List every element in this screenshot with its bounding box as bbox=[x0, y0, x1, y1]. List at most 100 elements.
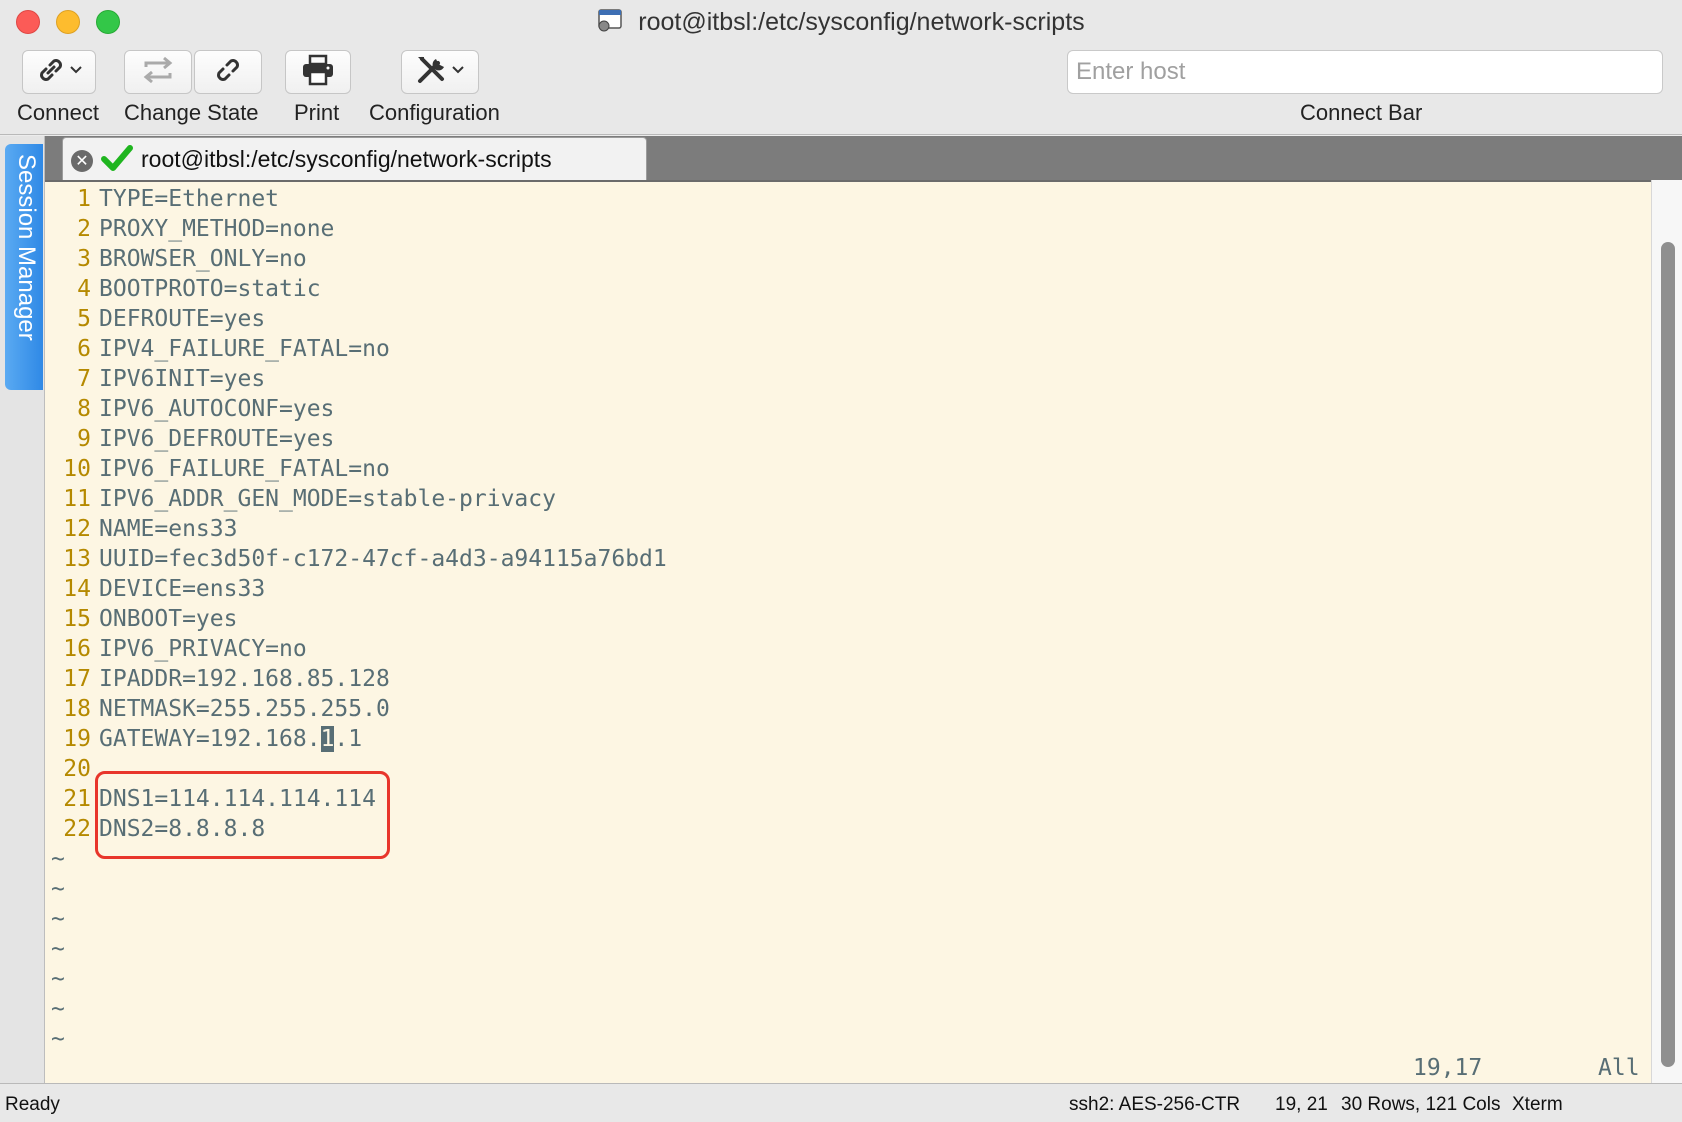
line-text: NETMASK=255.255.255.0 bbox=[99, 696, 390, 722]
disconnect-button[interactable] bbox=[194, 50, 262, 94]
editor-line: 6 IPV4_FAILURE_FATAL=no bbox=[45, 334, 667, 364]
empty-line-tilde: ~ bbox=[51, 996, 65, 1022]
editor-line: 5 DEFROUTE=yes bbox=[45, 304, 667, 334]
text-cursor: 1 bbox=[320, 726, 335, 752]
line-text-after-cursor: .1 bbox=[334, 726, 363, 752]
change-state-label: Change State bbox=[124, 100, 259, 125]
line-text: DEFROUTE=yes bbox=[99, 306, 266, 332]
editor-line: 10 IPV6_FAILURE_FATAL=no bbox=[45, 454, 667, 484]
tab-title: root@itbsl:/etc/sysconfig/network-script… bbox=[141, 146, 552, 172]
terminal-view[interactable]: 1 TYPE=Ethernet 2 PROXY_METHOD=none 3 BROWSER… bbox=[45, 180, 1651, 1083]
line-number: 2 bbox=[77, 216, 91, 242]
line-text: UUID=fec3d50f-c172-47cf-a4d3-a94115a76bd… bbox=[99, 546, 667, 572]
editor-line: 18 NETMASK=255.255.255.0 bbox=[45, 694, 667, 724]
line-text: IPV6_AUTOCONF=yes bbox=[99, 396, 335, 422]
session-manager-label: Session Manager bbox=[13, 154, 40, 341]
editor-line: 15 ONBOOT=yes bbox=[45, 604, 667, 634]
line-text: DEVICE=ens33 bbox=[99, 576, 266, 602]
reconnect-button[interactable] bbox=[124, 50, 192, 94]
line-text: IPV6_ADDR_GEN_MODE=stable-privacy bbox=[99, 486, 556, 512]
configuration-button[interactable] bbox=[401, 50, 479, 94]
line-number: 20 bbox=[63, 756, 91, 782]
line-number: 1 bbox=[77, 186, 91, 212]
print-label: Print bbox=[294, 100, 340, 125]
line-text: BOOTPROTO=static bbox=[99, 276, 321, 302]
tab-close-icon[interactable]: ✕ bbox=[71, 150, 93, 172]
empty-line-tilde: ~ bbox=[51, 846, 65, 872]
line-number: 17 bbox=[63, 666, 91, 692]
host-input[interactable] bbox=[1067, 50, 1663, 94]
connect-button[interactable] bbox=[22, 50, 96, 94]
editor-line: 7 IPV6INIT=yes bbox=[45, 364, 667, 394]
line-text: IPV6_FAILURE_FATAL=no bbox=[99, 456, 390, 482]
line-number: 10 bbox=[63, 456, 91, 482]
print-button[interactable] bbox=[285, 50, 351, 94]
line-text: TYPE=Ethernet bbox=[99, 186, 280, 212]
editor-line: 11 IPV6_ADDR_GEN_MODE=stable-privacy bbox=[45, 484, 667, 514]
line-number: 15 bbox=[63, 606, 91, 632]
session-manager-tab[interactable]: Session Manager bbox=[5, 144, 43, 390]
status-size: 30 Rows, 121 Cols bbox=[1341, 1094, 1501, 1115]
line-number: 6 bbox=[77, 336, 91, 362]
editor-line: 9 IPV6_DEFROUTE=yes bbox=[45, 424, 667, 454]
window-title-container: root@itbsl:/etc/sysconfig/network-script… bbox=[0, 7, 1682, 40]
scrollbar-thumb[interactable] bbox=[1661, 242, 1675, 1067]
empty-line-tilde: ~ bbox=[51, 966, 65, 992]
line-number: 8 bbox=[77, 396, 91, 422]
editor-line: 17 IPADDR=192.168.85.128 bbox=[45, 664, 667, 694]
status-ready: Ready bbox=[5, 1094, 60, 1115]
printer-icon bbox=[300, 53, 336, 92]
line-number: 5 bbox=[77, 306, 91, 332]
empty-line-tilde: ~ bbox=[51, 1026, 65, 1052]
editor-line: 12 NAME=ens33 bbox=[45, 514, 667, 544]
configuration-label: Configuration bbox=[369, 100, 500, 125]
line-number: 13 bbox=[63, 546, 91, 572]
broken-link-icon bbox=[211, 53, 245, 92]
line-number: 16 bbox=[63, 636, 91, 662]
dns-highlight-box bbox=[95, 771, 390, 859]
terminal-window-icon bbox=[597, 7, 623, 40]
line-number: 14 bbox=[63, 576, 91, 602]
line-number: 21 bbox=[63, 786, 91, 812]
session-tab[interactable]: ✕ root@itbsl:/etc/sysconfig/network-scri… bbox=[62, 137, 647, 180]
session-tab-strip: ✕ root@itbsl:/etc/sysconfig/network-scri… bbox=[45, 136, 1682, 180]
line-number: 3 bbox=[77, 246, 91, 272]
toolbar: Connect Change State Print Configuration… bbox=[0, 46, 1682, 135]
line-text: IPV4_FAILURE_FATAL=no bbox=[99, 336, 390, 362]
session-manager-sidebar: Session Manager bbox=[0, 136, 45, 1083]
editor-lines: 1 TYPE=Ethernet 2 PROXY_METHOD=none 3 BROWSER… bbox=[45, 184, 667, 844]
empty-line-tilde: ~ bbox=[51, 876, 65, 902]
vertical-scrollbar[interactable] bbox=[1651, 180, 1682, 1083]
line-text-before-cursor: GATEWAY=192.168. bbox=[99, 726, 321, 752]
empty-line-tilde: ~ bbox=[51, 936, 65, 962]
editor-line: 2 PROXY_METHOD=none bbox=[45, 214, 667, 244]
status-encryption: ssh2: AES-256-CTR bbox=[1069, 1094, 1241, 1115]
line-text: GATEWAY=192.168.1.1 bbox=[91, 726, 362, 752]
editor-line: 13 UUID=fec3d50f-c172-47cf-a4d3-a94115a76… bbox=[45, 544, 667, 574]
line-text: PROXY_METHOD=none bbox=[99, 216, 335, 242]
editor-line: 19 GATEWAY=192.168.1.1 bbox=[45, 724, 667, 754]
connect-label: Connect bbox=[17, 100, 99, 125]
line-number: 11 bbox=[63, 486, 91, 512]
title-bar: root@itbsl:/etc/sysconfig/network-script… bbox=[0, 0, 1682, 46]
window-title: root@itbsl:/etc/sysconfig/network-script… bbox=[638, 8, 1085, 37]
chevron-down-icon bbox=[450, 63, 466, 81]
status-terminal-type: Xterm bbox=[1512, 1094, 1563, 1115]
tools-icon bbox=[414, 53, 450, 92]
link-icon bbox=[34, 53, 68, 92]
line-text: BROWSER_ONLY=no bbox=[99, 246, 307, 272]
line-number: 7 bbox=[77, 366, 91, 392]
line-text: IPV6_PRIVACY=no bbox=[99, 636, 307, 662]
line-text: IPV6_DEFROUTE=yes bbox=[99, 426, 335, 452]
refresh-icon bbox=[140, 55, 176, 90]
line-text: NAME=ens33 bbox=[99, 516, 238, 542]
line-number: 22 bbox=[63, 816, 91, 842]
line-number: 19 bbox=[63, 726, 91, 752]
line-text: IPV6INIT=yes bbox=[99, 366, 266, 392]
status-cursor: 19, 21 bbox=[1275, 1094, 1328, 1115]
vim-scroll-status: All bbox=[1598, 1055, 1640, 1081]
empty-line-markers: ~ ~ ~ ~ ~ ~ ~ bbox=[51, 844, 65, 1054]
editor-line: 16 IPV6_PRIVACY=no bbox=[45, 634, 667, 664]
line-number: 4 bbox=[77, 276, 91, 302]
editor-line: 4 BOOTPROTO=static bbox=[45, 274, 667, 304]
